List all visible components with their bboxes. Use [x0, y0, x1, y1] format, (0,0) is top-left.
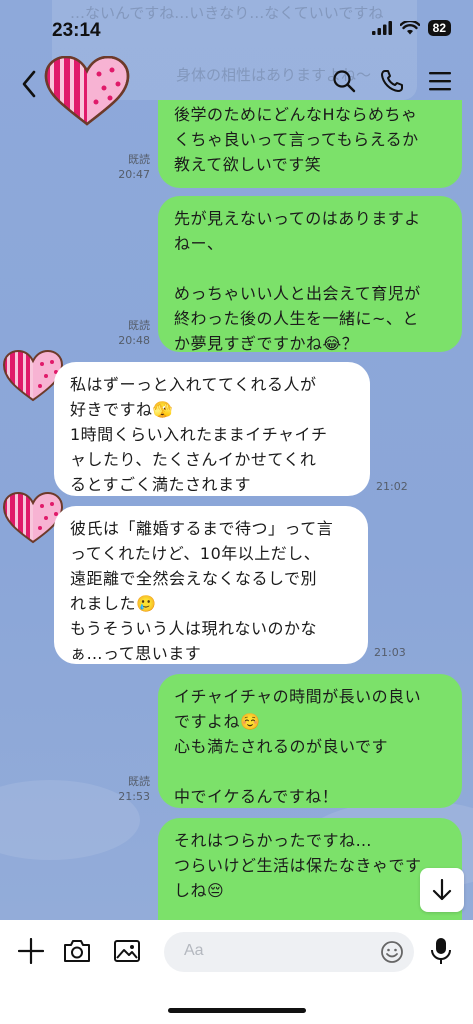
battery-indicator: 82	[427, 20, 451, 36]
message-input-placeholder: Aa	[184, 942, 204, 959]
message-time: 21:02	[376, 480, 408, 493]
call-button[interactable]	[379, 68, 405, 94]
message-bubble-sent[interactable]: イチャイチャの時間が長いの良い ですよね☺️ 心も満たされるのが良いです 中でイ…	[158, 674, 462, 808]
home-indicator	[168, 1008, 306, 1013]
back-button[interactable]	[14, 66, 44, 102]
message-time: 21:53	[118, 790, 150, 803]
menu-icon	[429, 72, 451, 91]
message-bubble-sent[interactable]: 後学のためにどんなHならめちゃ くちゃ良いって言ってもらえるか 教えて欲しいです…	[158, 100, 462, 188]
status-icons: 82	[371, 20, 451, 36]
message-input-bar: Aa	[0, 920, 473, 1024]
search-button[interactable]	[331, 68, 357, 94]
message-input[interactable]: Aa	[164, 932, 414, 972]
wifi-icon	[399, 21, 420, 35]
scroll-to-bottom-button[interactable]	[420, 868, 464, 912]
header-actions	[331, 68, 453, 94]
status-time: 23:14	[52, 20, 101, 41]
signal-icon	[371, 21, 392, 35]
search-icon	[333, 70, 356, 93]
message-time: 21:03	[374, 646, 406, 659]
read-receipt: 既読	[128, 319, 150, 332]
microphone-icon	[431, 938, 451, 964]
message-bubble-sent[interactable]: 先が見えないってのはありますよ ねー、 めっちゃいい人と出会えて育児が 終わった…	[158, 196, 462, 353]
camera-icon	[64, 940, 90, 962]
phone-icon	[381, 70, 403, 92]
message-time: 20:48	[118, 334, 150, 347]
arrow-down-icon	[432, 879, 452, 901]
menu-button[interactable]	[427, 68, 453, 94]
message-bubble-sent[interactable]: それはつらかったですね… つらいけど生活は保たなきゃです しね😔	[158, 818, 462, 928]
plus-icon	[18, 938, 44, 964]
camera-button[interactable]	[62, 936, 92, 966]
message-bubble-received[interactable]: 私はずーっと入れててくれる人が 好きですね🫣 1時間くらい入れたままイチャイチ …	[54, 362, 370, 496]
message-meta: 既読 21:53	[100, 774, 150, 804]
image-icon	[114, 940, 140, 962]
message-meta: 既読 20:47	[100, 152, 150, 182]
voice-button[interactable]	[426, 936, 456, 966]
add-button[interactable]	[16, 936, 46, 966]
message-time: 20:47	[118, 168, 150, 181]
read-receipt: 既読	[128, 775, 150, 788]
status-bar: 23:14 82	[0, 0, 473, 56]
read-receipt: 既読	[128, 153, 150, 166]
chevron-left-icon	[22, 70, 36, 98]
heart-avatar-icon	[44, 55, 130, 126]
emoji-icon[interactable]	[380, 940, 404, 964]
contact-avatar[interactable]	[44, 55, 130, 126]
message-meta: 既読 20:48	[100, 318, 150, 348]
message-bubble-received[interactable]: 彼氏は「離婚するまで待つ」って言 ってくれたけど、10年以上だし、 遠距離で全然…	[54, 506, 368, 664]
image-button[interactable]	[112, 936, 142, 966]
